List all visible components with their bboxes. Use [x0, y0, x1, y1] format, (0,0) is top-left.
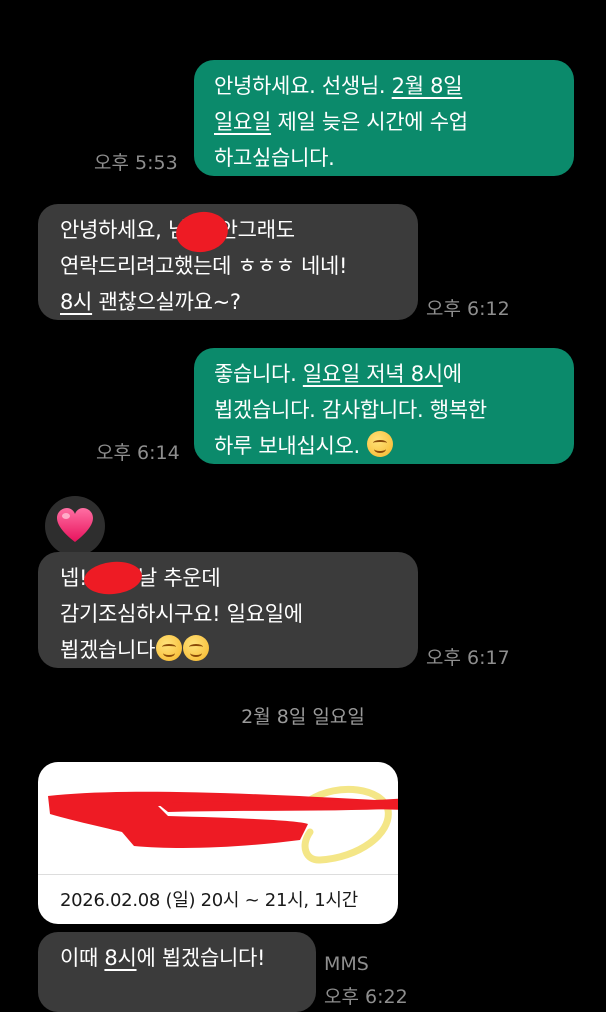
schedule-date-text: 2026.02.08 (일) 20시 ~ 21시, 1시간	[60, 890, 358, 911]
message-text: 이때	[60, 946, 105, 970]
message-text: 안녕하세요. 선생님.	[214, 74, 392, 98]
message-timestamp: 오후 6:12	[426, 298, 510, 320]
smiling-face-emoji-icon	[367, 431, 394, 457]
heart-icon	[57, 508, 93, 542]
message-text-link[interactable]: 일요일	[214, 110, 271, 134]
message-bubble-incoming[interactable]: 이때 8시에 뵙겠습니다!	[38, 932, 316, 1012]
message-text-link[interactable]: 일요일 저녁 8시	[303, 362, 443, 386]
message-timestamp: 오후 6:14	[96, 442, 180, 464]
message-text: 에 뵙겠습니다!	[136, 946, 266, 970]
message-text: 좋습니다.	[214, 362, 303, 386]
message-timestamp: 오후 5:53	[94, 152, 178, 174]
message-type-label: MMS	[324, 953, 369, 975]
message-timestamp: 오후 6:22	[324, 986, 408, 1008]
relieved-face-emoji-icon	[183, 635, 210, 661]
image-attachment[interactable]: 2026.02.08 (일) 20시 ~ 21시, 1시간	[38, 762, 398, 924]
date-separator: 2월 8일 일요일	[241, 706, 365, 728]
message-bubble-incoming[interactable]: 안녕하세요, 님~! 안그래도 연락드리려고했는데 ㅎㅎㅎ 네네! 8시 괜찮으…	[38, 204, 418, 320]
message-bubble-outgoing[interactable]: 안녕하세요. 선생님. 2월 8일 일요일 제일 늦은 시간에 수업 하고싶습니…	[194, 60, 574, 176]
relieved-face-emoji-icon	[156, 635, 183, 661]
message-bubble-outgoing[interactable]: 좋습니다. 일요일 저녁 8시에 뵙겠습니다. 감사합니다. 행복한 하루 보내…	[194, 348, 574, 464]
reaction-badge[interactable]	[45, 496, 105, 556]
message-timestamp: 오후 6:17	[426, 647, 510, 669]
message-text-link[interactable]: 2월 8일	[392, 74, 463, 98]
message-text-link[interactable]: 8시	[104, 946, 136, 970]
message-text: 괜찮으실까요~?	[92, 290, 241, 314]
message-text-link[interactable]: 8시	[60, 290, 92, 314]
